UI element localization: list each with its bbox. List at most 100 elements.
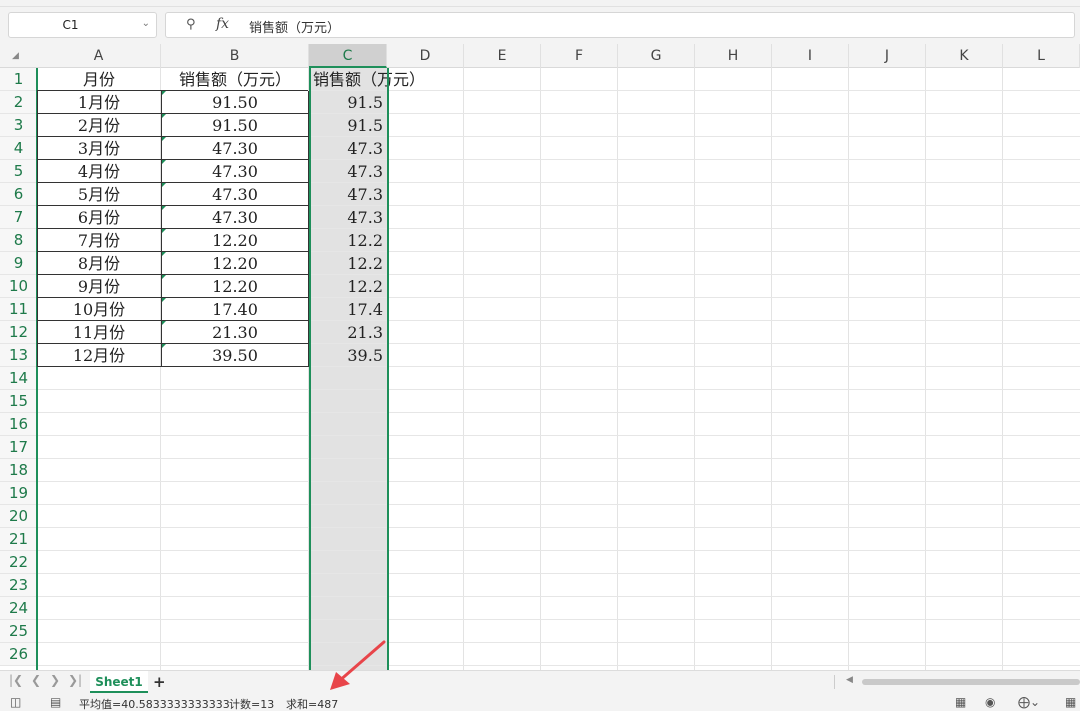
cell-a11[interactable]: 10月份 [37, 298, 161, 321]
column-header-b[interactable]: B [161, 44, 309, 68]
column-header-e[interactable]: E [464, 44, 541, 68]
row-header-16[interactable]: 16 [0, 413, 37, 436]
next-sheet-icon[interactable]: ❯ [50, 673, 60, 687]
spreadsheet-grid[interactable]: ◢ ABCDEFGHIJKL 1 2 3 4 5 6 7 8 9 10 11 12 13 14 15 16 17… [0, 44, 1080, 670]
cell-a8[interactable]: 7月份 [37, 229, 161, 252]
prev-sheet-icon[interactable]: ❮ [31, 673, 41, 687]
function-icon[interactable]: fx [216, 16, 229, 32]
cell-b8[interactable]: 12.20 [161, 229, 309, 252]
column-header-f[interactable]: F [541, 44, 618, 68]
cell-a5[interactable]: 4月份 [37, 160, 161, 183]
cell-a3[interactable]: 2月份 [37, 114, 161, 137]
grid-view-icon[interactable]: ▦ [1065, 695, 1076, 709]
cell-a7[interactable]: 6月份 [37, 206, 161, 229]
row-header-21[interactable]: 21 [0, 528, 37, 551]
row-header-14[interactable]: 14 [0, 367, 37, 390]
column-header-h[interactable]: H [695, 44, 772, 68]
row-header-20[interactable]: 20 [0, 505, 37, 528]
tab-sheet1[interactable]: Sheet1 [90, 671, 148, 693]
row-header-13[interactable]: 13 [0, 344, 37, 367]
status-average[interactable]: 平均值=40.5833333333333 [79, 696, 230, 712]
cell-b3[interactable]: 91.50 [161, 114, 309, 137]
normal-view-icon[interactable]: ▦ [955, 695, 966, 709]
scroll-left-icon[interactable]: ◀ [846, 675, 853, 685]
row-header-3[interactable]: 3 [0, 114, 37, 137]
text-number-indicator-icon [162, 114, 166, 118]
row-header-12[interactable]: 12 [0, 321, 37, 344]
row-header-8[interactable]: 8 [0, 229, 37, 252]
macro-icon[interactable]: ◫ [10, 695, 21, 709]
cell-b9[interactable]: 12.20 [161, 252, 309, 275]
row-header-1[interactable]: 1 [0, 68, 37, 91]
row-header-4[interactable]: 4 [0, 137, 37, 160]
first-sheet-icon[interactable]: |❮ [9, 673, 23, 687]
row-header-10[interactable]: 10 [0, 275, 37, 298]
row-gridline [37, 435, 1080, 436]
select-all-corner[interactable]: ◢ [0, 44, 37, 68]
cell-b4[interactable]: 47.30 [161, 137, 309, 160]
status-count[interactable]: 计数=13 [229, 696, 274, 712]
name-box[interactable]: C1 ⌄ [8, 12, 157, 38]
formula-content[interactable]: 销售额（万元） [249, 17, 340, 36]
formula-bar: C1 ⌄ ⚲ fx 销售额（万元） [0, 0, 1080, 44]
cell-a6[interactable]: 5月份 [37, 183, 161, 206]
row-header-2[interactable]: 2 [0, 91, 37, 114]
row-header-24[interactable]: 24 [0, 597, 37, 620]
text-number-indicator-icon [162, 298, 166, 302]
row-header-11[interactable]: 11 [0, 298, 37, 321]
column-header-c[interactable]: C [309, 44, 387, 68]
column-header-d[interactable]: D [387, 44, 464, 68]
column-header-i[interactable]: I [772, 44, 849, 68]
cell-b5[interactable]: 47.30 [161, 160, 309, 183]
row-header-6[interactable]: 6 [0, 183, 37, 206]
select-all-triangle-icon[interactable]: ◢ [12, 51, 19, 61]
column-header-k[interactable]: K [926, 44, 1003, 68]
cell-b1[interactable]: 销售额（万元） [161, 68, 309, 91]
cell-a10[interactable]: 9月份 [37, 275, 161, 298]
cell-a12[interactable]: 11月份 [37, 321, 161, 344]
zoom-search-icon[interactable]: ⚲ [186, 17, 196, 32]
row-gridline [37, 642, 1080, 643]
top-toolbar-edge [0, 0, 1080, 7]
row-gridline [37, 573, 1080, 574]
cell-b10[interactable]: 12.20 [161, 275, 309, 298]
row-header-18[interactable]: 18 [0, 459, 37, 482]
column-header-a[interactable]: A [37, 44, 161, 68]
add-sheet-button[interactable]: + [153, 671, 166, 693]
cell-a9[interactable]: 8月份 [37, 252, 161, 275]
row-header-26[interactable]: 26 [0, 643, 37, 666]
row-gridline [37, 412, 1080, 413]
row-header-7[interactable]: 7 [0, 206, 37, 229]
reading-mode-eye-icon[interactable]: ◉ [985, 695, 995, 709]
cell-b11[interactable]: 17.40 [161, 298, 309, 321]
column-header-l[interactable]: L [1003, 44, 1080, 68]
page-layout-icon[interactable]: ⨁⌄ [1018, 695, 1040, 709]
cell-b2[interactable]: 91.50 [161, 91, 309, 114]
column-header-j[interactable]: J [849, 44, 926, 68]
row-header-23[interactable]: 23 [0, 574, 37, 597]
cell-b13[interactable]: 39.50 [161, 344, 309, 367]
row-header-15[interactable]: 15 [0, 390, 37, 413]
cell-a2[interactable]: 1月份 [37, 91, 161, 114]
cell-b12[interactable]: 21.30 [161, 321, 309, 344]
cell-b6[interactable]: 47.30 [161, 183, 309, 206]
horizontal-scrollbar[interactable] [862, 679, 1080, 685]
chevron-down-icon[interactable]: ⌄ [142, 18, 150, 29]
document-icon[interactable]: ▤ [50, 695, 61, 709]
row-header-25[interactable]: 25 [0, 620, 37, 643]
cell-b7[interactable]: 47.30 [161, 206, 309, 229]
row-header-9[interactable]: 9 [0, 252, 37, 275]
cell-a4[interactable]: 3月份 [37, 137, 161, 160]
status-sum[interactable]: 求和=487 [286, 696, 338, 712]
row-header-19[interactable]: 19 [0, 482, 37, 505]
text-number-indicator-icon [162, 275, 166, 279]
last-sheet-icon[interactable]: ❯| [68, 673, 82, 687]
cell-a1[interactable]: 月份 [37, 68, 161, 91]
row-header-22[interactable]: 22 [0, 551, 37, 574]
row-header-17[interactable]: 17 [0, 436, 37, 459]
column-header-g[interactable]: G [618, 44, 695, 68]
cell-a13[interactable]: 12月份 [37, 344, 161, 367]
row-gridline [37, 504, 1080, 505]
formula-input[interactable]: ⚲ fx 销售额（万元） [165, 12, 1075, 38]
row-header-5[interactable]: 5 [0, 160, 37, 183]
